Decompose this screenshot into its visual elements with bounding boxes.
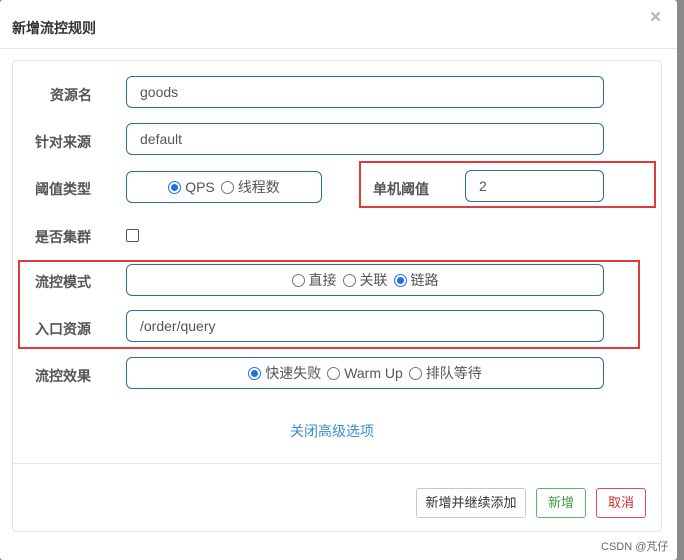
watermark: CSDN @芃仔 bbox=[601, 541, 669, 553]
resource-input[interactable]: goods bbox=[126, 76, 604, 108]
close-icon[interactable]: × bbox=[650, 6, 661, 30]
threshold-type-option-thread[interactable]: 线程数 bbox=[220, 177, 280, 197]
threshold-type-option-qps[interactable]: QPS bbox=[168, 179, 215, 195]
radio-selected-icon[interactable] bbox=[248, 366, 262, 380]
header-divider bbox=[0, 48, 677, 49]
radio-icon[interactable] bbox=[220, 180, 234, 194]
option-label: 排队等待 bbox=[425, 365, 482, 381]
flow-effect-option-queue[interactable]: 排队等待 bbox=[408, 363, 482, 383]
flow-mode-group: 直接 关联 链路 bbox=[126, 264, 604, 296]
radio-icon[interactable] bbox=[408, 366, 422, 380]
single-threshold-input[interactable]: 2 bbox=[465, 170, 604, 202]
footer-divider bbox=[12, 463, 662, 464]
flow-effect-option-fast-fail[interactable]: 快速失败 bbox=[248, 363, 321, 383]
flow-effect-label: 流控效果 bbox=[35, 368, 91, 384]
flow-mode-option-relate[interactable]: 关联 bbox=[342, 270, 388, 290]
cancel-button[interactable]: 取消 bbox=[596, 488, 646, 518]
add-and-continue-button[interactable]: 新增并继续添加 bbox=[416, 488, 526, 518]
origin-input[interactable]: default bbox=[126, 123, 604, 155]
option-label: 链路 bbox=[410, 272, 439, 288]
entry-resource-input[interactable]: /order/query bbox=[126, 310, 604, 342]
single-threshold-label: 单机阈值 bbox=[373, 181, 429, 197]
radio-selected-icon[interactable] bbox=[168, 180, 182, 194]
option-label: QPS bbox=[185, 179, 215, 195]
cluster-label: 是否集群 bbox=[35, 229, 91, 245]
add-flow-rule-dialog: 新增流控规则 × 资源名 goods 针对来源 default 阈值类型 QPS… bbox=[0, 0, 677, 560]
flow-mode-option-chain[interactable]: 链路 bbox=[393, 270, 439, 290]
radio-selected-icon[interactable] bbox=[393, 273, 407, 287]
option-label: 线程数 bbox=[237, 179, 280, 195]
origin-label: 针对来源 bbox=[35, 134, 91, 150]
threshold-type-group: QPS 线程数 bbox=[126, 171, 322, 203]
radio-icon[interactable] bbox=[327, 366, 341, 380]
flow-mode-option-direct[interactable]: 直接 bbox=[291, 270, 337, 290]
flow-effect-group: 快速失败 Warm Up 排队等待 bbox=[126, 357, 604, 389]
option-label: 直接 bbox=[308, 272, 337, 288]
add-button[interactable]: 新增 bbox=[536, 488, 586, 518]
flow-mode-label: 流控模式 bbox=[35, 274, 91, 290]
cluster-checkbox[interactable] bbox=[126, 229, 139, 242]
threshold-type-label: 阈值类型 bbox=[35, 181, 91, 197]
entry-resource-label: 入口资源 bbox=[35, 321, 91, 337]
option-label: Warm Up bbox=[344, 365, 403, 381]
option-label: 快速失败 bbox=[265, 365, 322, 381]
resource-label: 资源名 bbox=[50, 87, 92, 103]
option-label: 关联 bbox=[359, 272, 388, 288]
radio-icon[interactable] bbox=[342, 273, 356, 287]
radio-icon[interactable] bbox=[291, 273, 305, 287]
toggle-advanced-options-link[interactable]: 关闭高级选项 bbox=[290, 421, 374, 441]
dialog-title: 新增流控规则 bbox=[12, 20, 96, 36]
flow-effect-option-warm-up[interactable]: Warm Up bbox=[327, 365, 403, 381]
